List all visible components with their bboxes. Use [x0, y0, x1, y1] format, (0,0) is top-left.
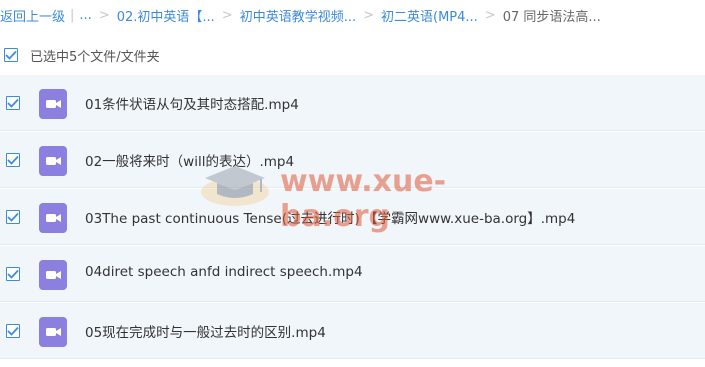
chevron-right-icon: >: [363, 7, 375, 23]
file-name[interactable]: 04diret speech anfd indirect speech.mp4: [85, 264, 363, 280]
back-link[interactable]: 返回上一级: [0, 6, 65, 25]
file-list: 01条件状语从句及其时态搭配.mp4 02一般将来时（will的表达）.mp4 …: [0, 75, 705, 360]
check-icon: [7, 326, 19, 336]
video-file-icon: [39, 260, 67, 290]
breadcrumb-item-2[interactable]: 初中英语教学视频...: [240, 6, 356, 25]
check-icon: [5, 50, 17, 60]
check-icon: [7, 212, 19, 222]
file-row[interactable]: 05现在完成时与一般过去时的区别.mp4: [0, 303, 705, 359]
breadcrumb-item-1[interactable]: 02.初中英语【...: [117, 6, 215, 25]
select-all: 已选中5个文件/文件夹: [4, 44, 160, 66]
file-name[interactable]: 01条件状语从句及其时态搭配.mp4: [85, 93, 299, 113]
file-name[interactable]: 03The past continuous Tense(过去进行时) 【学霸网w…: [85, 207, 575, 227]
file-row[interactable]: 01条件状语从句及其时态搭配.mp4: [0, 75, 705, 131]
video-file-icon: [39, 146, 67, 176]
breadcrumb-divider: |: [70, 7, 75, 23]
video-file-icon: [39, 203, 67, 233]
breadcrumb: 返回上一级 | ... > 02.初中英语【... > 初中英语教学视频... …: [0, 0, 705, 30]
file-checkbox[interactable]: [6, 210, 20, 224]
chevron-right-icon: >: [484, 7, 496, 23]
select-all-checkbox[interactable]: [4, 48, 18, 62]
file-name[interactable]: 02一般将来时（will的表达）.mp4: [85, 150, 294, 170]
chevron-right-icon: >: [221, 7, 233, 23]
check-icon: [7, 98, 19, 108]
video-file-icon: [39, 89, 67, 119]
file-checkbox[interactable]: [6, 153, 20, 167]
file-row[interactable]: 03The past continuous Tense(过去进行时) 【学霸网w…: [0, 189, 705, 245]
file-row[interactable]: 04diret speech anfd indirect speech.mp4: [0, 246, 705, 302]
video-file-icon: [39, 317, 67, 347]
check-icon: [7, 155, 19, 165]
file-checkbox[interactable]: [6, 267, 20, 281]
check-icon: [7, 269, 19, 279]
file-name[interactable]: 05现在完成时与一般过去时的区别.mp4: [85, 321, 326, 341]
selection-count-label: 已选中5个文件/文件夹: [30, 49, 160, 65]
breadcrumb-item-3[interactable]: 初二英语(MP4...: [381, 6, 478, 25]
chevron-right-icon: >: [98, 7, 110, 23]
file-row[interactable]: 02一般将来时（will的表达）.mp4: [0, 132, 705, 188]
file-checkbox[interactable]: [6, 96, 20, 110]
breadcrumb-current: 07 同步语法高...: [502, 9, 601, 25]
breadcrumb-ellipsis[interactable]: ...: [79, 8, 91, 23]
file-checkbox[interactable]: [6, 324, 20, 338]
